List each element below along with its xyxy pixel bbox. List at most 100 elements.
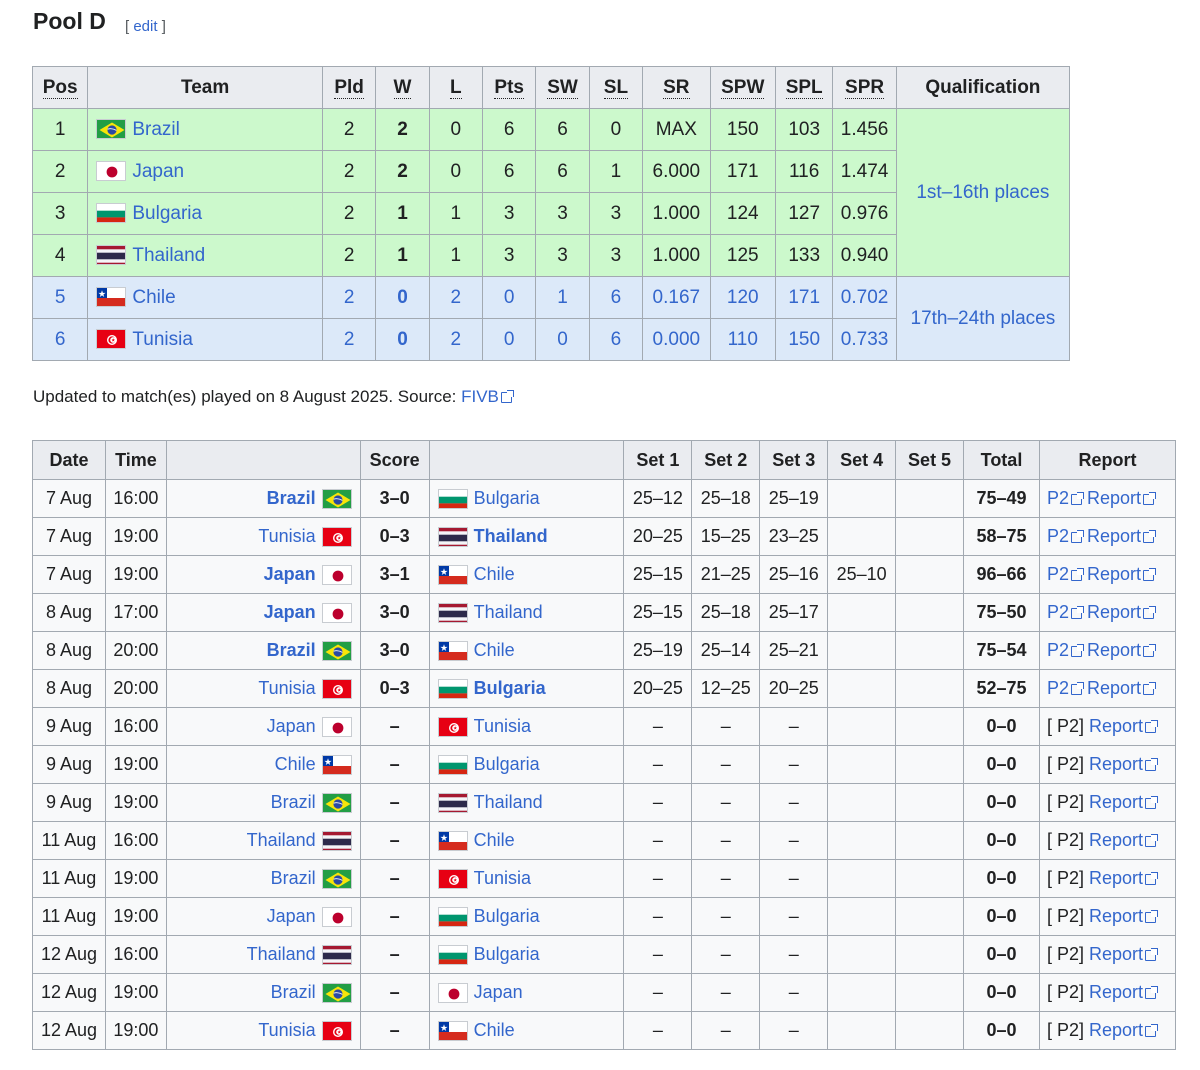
source-link[interactable]: FIVB	[461, 387, 514, 406]
home-team-link[interactable]: Japan	[267, 716, 316, 736]
match-set3: –	[759, 745, 829, 784]
thailand-flag-icon	[437, 603, 468, 624]
home-team-link[interactable]: Brazil	[267, 640, 316, 660]
away-team-link[interactable]: Bulgaria	[474, 678, 546, 698]
match-row: 12 Aug 16:00 Thailand – Bulgaria – – –0–0[ P2] …	[32, 935, 1177, 974]
team-link[interactable]: Chile	[132, 287, 175, 308]
home-team-link[interactable]: Tunisia	[258, 526, 315, 546]
report-link[interactable]: Report	[1087, 640, 1157, 660]
tunisia-flag-icon	[321, 527, 352, 548]
away-team-link[interactable]: Bulgaria	[474, 754, 540, 774]
team-link[interactable]: Tunisia	[132, 329, 193, 350]
external-link-icon	[1145, 795, 1159, 809]
home-team-link[interactable]: Tunisia	[258, 678, 315, 698]
report-link[interactable]: Report	[1089, 906, 1159, 926]
p2-link[interactable]: P2	[1047, 564, 1084, 584]
standings-w: 2	[375, 150, 430, 193]
p2-placeholder: [ P2]	[1046, 944, 1084, 964]
standings-sr: MAX	[642, 108, 711, 151]
away-team-link[interactable]: Thailand	[474, 526, 548, 546]
report-link[interactable]: Report	[1089, 754, 1159, 774]
away-team-link[interactable]: Chile	[474, 640, 515, 660]
report-link[interactable]: Report	[1087, 526, 1157, 546]
report-cell: P2 Report	[1038, 593, 1177, 632]
standings-pts: 6	[482, 108, 537, 151]
away-team-link[interactable]: Tunisia	[474, 716, 531, 736]
away-team-cell: Bulgaria	[428, 669, 625, 708]
standings-table: Pos Team Pld W L Pts SW SL SR SPW SPL SPR Qualificat…	[31, 66, 1071, 361]
match-set5	[895, 859, 965, 898]
home-team-link[interactable]: Japan	[264, 602, 316, 622]
match-date: 11 Aug	[32, 859, 106, 898]
p2-link[interactable]: P2	[1047, 640, 1084, 660]
page: Pool D [ edit ] Pos Team Pld W L Pts SW SL SR SPW…	[0, 0, 1200, 1070]
brazil-flag-icon	[321, 793, 352, 814]
p2-link[interactable]: P2	[1047, 526, 1084, 546]
away-team-link[interactable]: Thailand	[474, 602, 543, 622]
report-link[interactable]: Report	[1089, 944, 1159, 964]
standings-pts: 3	[482, 192, 537, 235]
match-total: 0–0	[963, 745, 1040, 784]
away-team-link[interactable]: Bulgaria	[474, 906, 540, 926]
home-team-link[interactable]: Thailand	[247, 830, 316, 850]
p2-link[interactable]: P2	[1047, 602, 1084, 622]
away-team-link[interactable]: Bulgaria	[474, 488, 540, 508]
match-set5	[895, 707, 965, 746]
team-link[interactable]: Thailand	[132, 245, 205, 266]
qualification-link[interactable]: 17th–24th places	[911, 308, 1056, 329]
away-team-cell: Chile	[428, 821, 625, 860]
away-team-link[interactable]: Chile	[474, 830, 515, 850]
away-team-link[interactable]: Chile	[474, 564, 515, 584]
match-total: 96–66	[963, 555, 1040, 594]
match-row: 12 Aug 19:00 Tunisia – Chile – – –0–0[ P2] Repo…	[32, 1011, 1177, 1050]
report-cell: P2 Report	[1038, 517, 1177, 556]
standings-w: 1	[375, 192, 430, 235]
report-link[interactable]: Report	[1087, 678, 1157, 698]
report-link[interactable]: Report	[1087, 564, 1157, 584]
match-set3: –	[759, 973, 829, 1012]
matches-col-header	[428, 440, 625, 480]
home-team-link[interactable]: Brazil	[271, 982, 316, 1002]
match-time: 16:00	[104, 479, 167, 518]
match-set1: 20–25	[623, 669, 693, 708]
external-link-icon	[1070, 491, 1084, 505]
qualification-link[interactable]: 1st–16th places	[916, 182, 1049, 203]
report-link[interactable]: Report	[1087, 488, 1157, 508]
away-team-link[interactable]: Thailand	[474, 792, 543, 812]
away-team-link[interactable]: Chile	[474, 1020, 515, 1040]
home-team-link[interactable]: Japan	[264, 564, 316, 584]
team-link[interactable]: Brazil	[132, 119, 180, 140]
report-link[interactable]: Report	[1087, 602, 1157, 622]
report-link[interactable]: Report	[1089, 1020, 1159, 1040]
report-link[interactable]: Report	[1089, 868, 1159, 888]
match-row: 7 Aug 19:00 Japan 3–1 Chile 25–15 21–25 25–16 25…	[32, 555, 1177, 594]
team-link[interactable]: Japan	[132, 161, 184, 182]
p2-link[interactable]: P2	[1047, 678, 1084, 698]
match-set3: –	[759, 935, 829, 974]
report-link[interactable]: Report	[1089, 792, 1159, 812]
report-cell: [ P2] Report	[1038, 707, 1177, 746]
standings-pld: 2	[321, 234, 377, 277]
report-link[interactable]: Report	[1089, 830, 1159, 850]
standings-team-cell: Brazil	[87, 108, 323, 151]
home-team-link[interactable]: Tunisia	[258, 1020, 315, 1040]
home-team-cell: Thailand	[165, 935, 361, 974]
team-link[interactable]: Bulgaria	[132, 203, 202, 224]
brazil-flag-icon	[96, 119, 127, 140]
report-cell: [ P2] Report	[1038, 897, 1177, 936]
away-team-link[interactable]: Tunisia	[474, 868, 531, 888]
home-team-link[interactable]: Thailand	[247, 944, 316, 964]
home-team-link[interactable]: Chile	[275, 754, 316, 774]
away-team-link[interactable]: Bulgaria	[474, 944, 540, 964]
away-team-link[interactable]: Japan	[474, 982, 523, 1002]
edit-link[interactable]: edit	[133, 18, 157, 35]
home-team-link[interactable]: Brazil	[271, 792, 316, 812]
standings-team-cell: Bulgaria	[87, 192, 323, 235]
report-link[interactable]: Report	[1089, 982, 1159, 1002]
home-team-link[interactable]: Brazil	[267, 488, 316, 508]
p2-link[interactable]: P2	[1047, 488, 1084, 508]
home-team-link[interactable]: Japan	[267, 906, 316, 926]
report-link[interactable]: Report	[1089, 716, 1159, 736]
match-date: 8 Aug	[32, 669, 106, 708]
home-team-link[interactable]: Brazil	[271, 868, 316, 888]
